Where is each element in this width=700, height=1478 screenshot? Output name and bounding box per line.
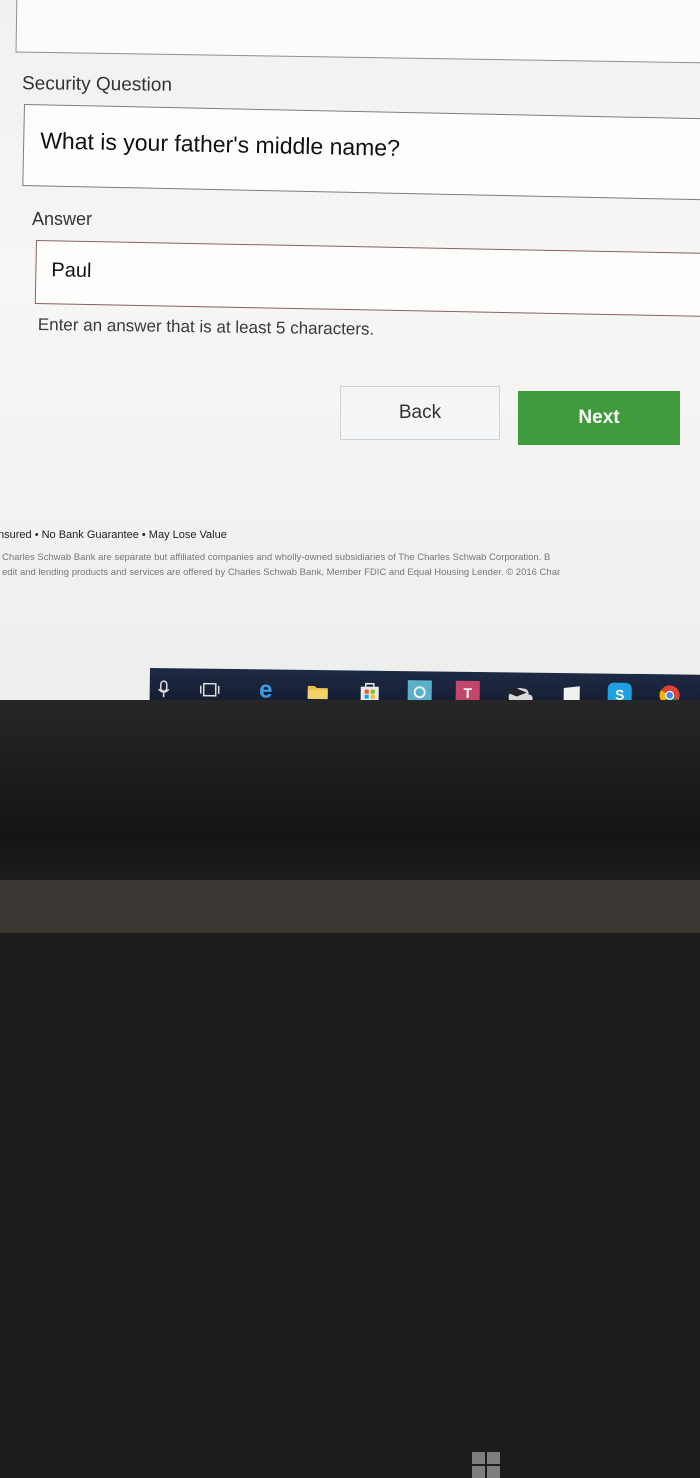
- weather-icon[interactable]: [504, 681, 538, 700]
- microphone-icon[interactable]: [152, 677, 176, 700]
- chrome-icon[interactable]: [658, 683, 682, 700]
- store-icon[interactable]: [358, 680, 382, 700]
- skype-icon[interactable]: S: [608, 683, 632, 700]
- file-explorer-icon[interactable]: [306, 679, 330, 700]
- security-question-select[interactable]: What is your father's middle name?: [22, 104, 700, 201]
- answer-input[interactable]: Paul: [35, 240, 700, 317]
- previous-input-field[interactable]: [16, 0, 700, 64]
- screen: Security Question What is your father's …: [0, 0, 700, 700]
- text-app-icon[interactable]: T: [456, 681, 480, 700]
- task-view-icon[interactable]: [198, 678, 222, 700]
- legal-text-line-1: Charles Schwab Bank are separate but aff…: [2, 552, 550, 563]
- answer-value: Paul: [51, 259, 91, 283]
- desk-surface: [0, 880, 700, 933]
- windows-logo-icon: [472, 1452, 500, 1478]
- taskbar: e T S: [149, 668, 700, 700]
- edge-icon[interactable]: e: [254, 678, 278, 700]
- investment-disclosure: nsured • No Bank Guarantee • May Lose Va…: [0, 529, 227, 541]
- next-button[interactable]: Next: [518, 391, 680, 445]
- legal-text-line-2: edit and lending products and services a…: [2, 567, 560, 578]
- answer-label: Answer: [32, 209, 92, 230]
- answer-helper-text: Enter an answer that is at least 5 chara…: [38, 315, 375, 340]
- notepad-icon[interactable]: [560, 682, 584, 700]
- app-icon[interactable]: [408, 680, 432, 700]
- back-button[interactable]: Back: [340, 386, 500, 440]
- security-question-label: Security Question: [22, 73, 172, 97]
- security-question-value: What is your father's middle name?: [40, 127, 400, 162]
